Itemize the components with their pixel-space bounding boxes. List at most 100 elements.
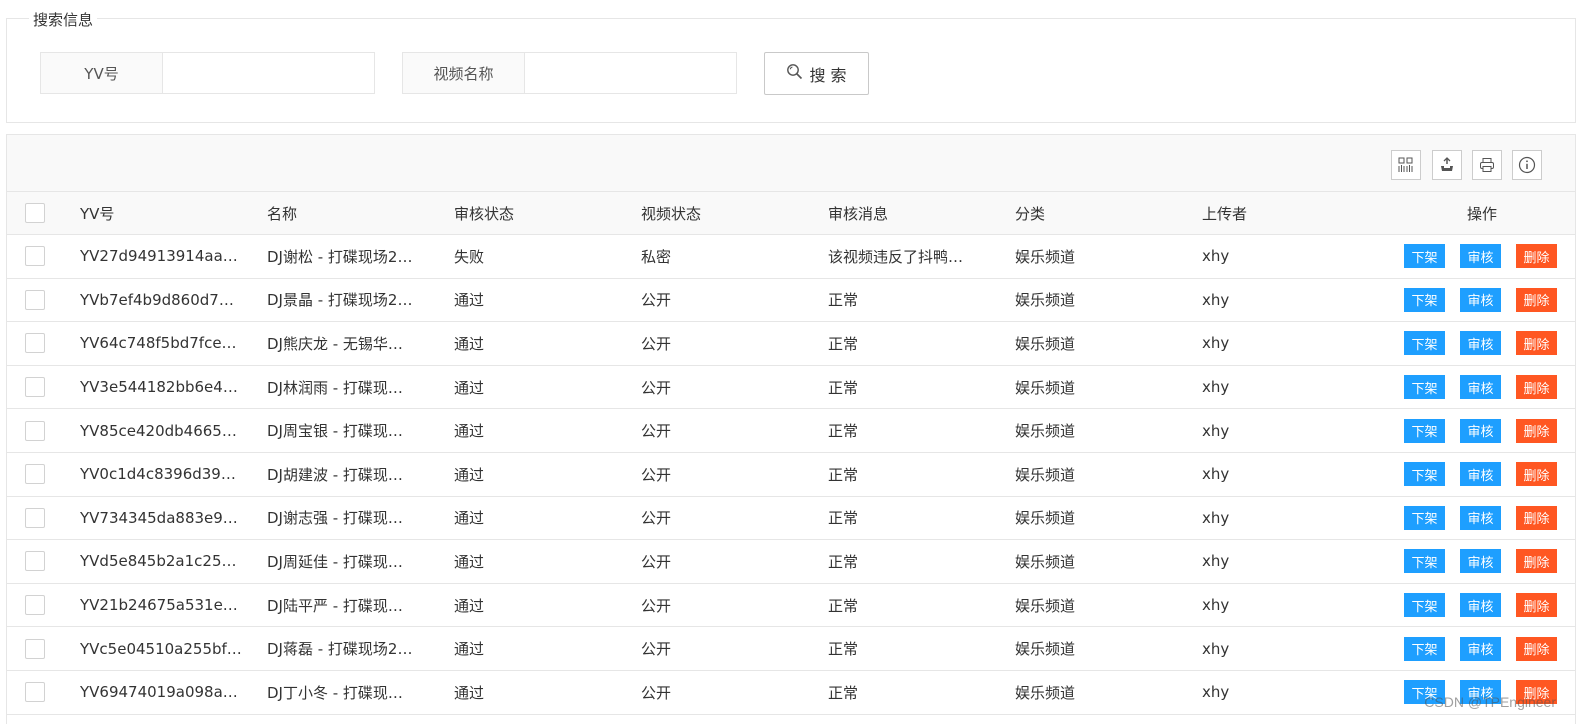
row-yv-cell: YV3e544182bb6e4… <box>80 378 238 397</box>
row-video-status-cell: 公开 <box>641 422 672 441</box>
header-name[interactable]: 名称 <box>267 203 454 224</box>
select-all-checkbox[interactable] <box>25 203 45 223</box>
review-button[interactable]: 审核 <box>1460 462 1501 487</box>
review-button[interactable]: 审核 <box>1460 287 1501 312</box>
row-category-cell: 娱乐频道 <box>1015 422 1076 441</box>
takedown-button[interactable]: 下架 <box>1404 505 1445 530</box>
row-video-status-cell: 公开 <box>641 596 672 615</box>
row-uploader-cell: xhy <box>1202 639 1230 658</box>
takedown-button[interactable]: 下架 <box>1404 636 1445 661</box>
takedown-button[interactable]: 下架 <box>1404 287 1445 312</box>
print-icon[interactable] <box>1472 150 1502 180</box>
row-operations: 下架 审核 删除 <box>1389 375 1575 400</box>
yv-input[interactable] <box>163 53 374 93</box>
row-operations: 下架 审核 删除 <box>1389 418 1575 443</box>
delete-button[interactable]: 删除 <box>1516 244 1557 269</box>
row-checkbox[interactable] <box>25 246 45 267</box>
row-checkbox[interactable] <box>25 420 45 441</box>
review-button[interactable]: 审核 <box>1460 244 1501 269</box>
search-button-label: 搜 索 <box>809 65 847 85</box>
row-checkbox[interactable] <box>25 464 45 485</box>
delete-button[interactable]: 删除 <box>1516 505 1557 530</box>
row-audit-status-cell: 通过 <box>454 683 485 702</box>
row-audit-message-cell: 该视频违反了抖鸭… <box>828 247 964 266</box>
row-checkbox[interactable] <box>25 289 45 310</box>
row-category-cell: 娱乐频道 <box>1015 291 1076 310</box>
info-icon[interactable] <box>1512 150 1542 180</box>
row-category-cell: 娱乐频道 <box>1015 378 1076 397</box>
row-audit-message-cell: 正常 <box>828 683 859 702</box>
video-name-field: 视频名称 <box>402 52 737 94</box>
takedown-button[interactable]: 下架 <box>1404 244 1445 269</box>
row-checkbox[interactable] <box>25 638 45 659</box>
export-icon[interactable] <box>1432 150 1462 180</box>
header-category[interactable]: 分类 <box>1015 203 1202 224</box>
delete-button[interactable]: 删除 <box>1516 418 1557 443</box>
row-category-cell: 娱乐频道 <box>1015 247 1076 266</box>
row-audit-message-cell: 正常 <box>828 640 859 659</box>
header-operations: 操作 <box>1466 204 1497 223</box>
takedown-button[interactable]: 下架 <box>1404 549 1445 574</box>
search-legend: 搜索信息 <box>29 9 98 30</box>
row-video-status-cell: 公开 <box>641 334 672 353</box>
row-yv-cell: YV64c748f5bd7fce… <box>80 334 237 353</box>
row-audit-message-cell: 正常 <box>828 422 859 441</box>
row-checkbox[interactable] <box>25 507 45 528</box>
video-name-input[interactable] <box>525 53 736 93</box>
table-row: YV85ce420db4665… DJ周宝银 - 打碟现… 通过 公开 正常 娱乐频道 xh… <box>7 409 1575 453</box>
review-button[interactable]: 审核 <box>1460 636 1501 661</box>
delete-button[interactable]: 删除 <box>1516 331 1557 356</box>
row-video-status-cell: 公开 <box>641 378 672 397</box>
row-checkbox[interactable] <box>25 333 45 354</box>
review-button[interactable]: 审核 <box>1460 418 1501 443</box>
review-button[interactable]: 审核 <box>1460 331 1501 356</box>
table-row: YVc5e04510a255bf… DJ蒋磊 - 打碟现场2… 通过 公开 正常 娱乐频道… <box>7 627 1575 671</box>
takedown-button[interactable]: 下架 <box>1404 462 1445 487</box>
row-category-cell: 娱乐频道 <box>1015 552 1076 571</box>
row-audit-status-cell: 通过 <box>454 291 485 310</box>
row-name-cell: DJ谢志强 - 打碟现… <box>267 509 403 528</box>
search-button[interactable]: 搜 索 <box>764 52 869 95</box>
header-audit-message[interactable]: 审核消息 <box>828 203 1015 224</box>
delete-button[interactable]: 删除 <box>1516 375 1557 400</box>
takedown-button[interactable]: 下架 <box>1404 418 1445 443</box>
table-header: YV号 名称 审核状态 视频状态 审核消息 分类 上传者 操作 <box>7 192 1575 235</box>
row-yv-cell: YV21b24675a531e… <box>80 596 238 615</box>
delete-button[interactable]: 删除 <box>1516 549 1557 574</box>
row-name-cell: DJ熊庆龙 - 无锡华… <box>267 334 403 353</box>
review-button[interactable]: 审核 <box>1460 593 1501 618</box>
review-button[interactable]: 审核 <box>1460 505 1501 530</box>
row-operations: 下架 审核 删除 <box>1389 593 1575 618</box>
row-name-cell: DJ周宝银 - 打碟现… <box>267 422 403 441</box>
row-checkbox[interactable] <box>25 682 45 703</box>
takedown-button[interactable]: 下架 <box>1404 593 1445 618</box>
table-row: YV3e544182bb6e4… DJ林润雨 - 打碟现… 通过 公开 正常 娱乐频道 xh… <box>7 365 1575 410</box>
row-audit-status-cell: 通过 <box>454 378 485 397</box>
delete-button[interactable]: 删除 <box>1516 462 1557 487</box>
row-yv-cell: YV734345da883e9… <box>80 508 238 527</box>
takedown-button[interactable]: 下架 <box>1404 375 1445 400</box>
yv-field: YV号 <box>40 52 375 94</box>
row-uploader-cell: xhy <box>1202 552 1230 571</box>
delete-button[interactable]: 删除 <box>1516 593 1557 618</box>
row-category-cell: 娱乐频道 <box>1015 465 1076 484</box>
header-uploader[interactable]: 上传者 <box>1202 203 1389 224</box>
row-uploader-cell: xhy <box>1202 247 1230 266</box>
row-video-status-cell: 私密 <box>641 247 672 266</box>
columns-icon[interactable] <box>1391 150 1421 180</box>
delete-button[interactable]: 删除 <box>1516 287 1557 312</box>
review-button[interactable]: 审核 <box>1460 375 1501 400</box>
review-button[interactable]: 审核 <box>1460 549 1501 574</box>
header-video-status[interactable]: 视频状态 <box>641 203 828 224</box>
header-yv[interactable]: YV号 <box>80 203 267 224</box>
row-checkbox[interactable] <box>25 551 45 572</box>
row-checkbox[interactable] <box>25 595 45 616</box>
row-checkbox[interactable] <box>25 377 45 398</box>
takedown-button[interactable]: 下架 <box>1404 331 1445 356</box>
row-audit-status-cell: 通过 <box>454 465 485 484</box>
header-audit-status[interactable]: 审核状态 <box>454 203 641 224</box>
row-video-status-cell: 公开 <box>641 465 672 484</box>
delete-button[interactable]: 删除 <box>1516 636 1557 661</box>
row-yv-cell: YV27d94913914aa… <box>80 247 238 266</box>
row-name-cell: DJ周延佳 - 打碟现… <box>267 552 403 571</box>
